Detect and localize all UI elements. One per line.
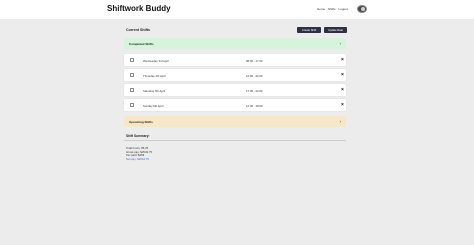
upcoming-shifts-panel[interactable]: Upcoming Shifts › [124,116,346,127]
app-brand[interactable]: Shiftwork Buddy [107,4,171,13]
delete-shift-icon[interactable]: × [341,102,344,108]
shift-time: 12:00 - 18:00 [246,103,263,108]
nav-shifts-link[interactable]: Shifts [328,7,336,11]
nav-links: Home Shifts Logout [317,7,348,11]
shift-time: 08:00 - 17:00 [246,58,263,63]
chevron-right-icon: › [339,41,342,46]
chevron-right-icon: › [339,119,342,124]
shift-day: Thursday 4th April [143,73,166,78]
shift-summary: Total hours: 86.25 Gross pay: $2543.75 T… [126,146,152,162]
shift-row: Wednesday 3rd April 08:00 - 17:00 × [124,54,346,66]
main-content: Current Shifts Create Shift Update Rate … [122,24,350,245]
shift-time: 17:00 - 22:00 [246,88,263,93]
shift-checkbox[interactable] [130,103,134,107]
page-title: Current Shifts [126,28,150,32]
delete-shift-icon[interactable]: × [341,57,344,63]
delete-shift-icon[interactable]: × [341,87,344,93]
user-avatar[interactable] [357,5,367,13]
completed-shifts-panel[interactable]: Completed Shifts › [124,38,346,49]
shift-day: Sunday 9th April [143,103,164,108]
create-shift-button[interactable]: Create Shift [297,27,321,33]
shift-checkbox[interactable] [130,58,134,62]
shift-row: Saturday 6th April 17:00 - 22:00 × [124,84,346,96]
delete-shift-icon[interactable]: × [341,72,344,78]
divider [124,140,346,141]
shift-checkbox[interactable] [130,73,134,77]
update-rate-button[interactable]: Update Rate [324,27,347,33]
shift-day: Saturday 6th April [143,88,166,93]
completed-shifts-label: Completed Shifts [129,41,154,46]
summary-title: Shift Summary: [126,134,150,138]
nav-home-link[interactable]: Home [317,7,325,11]
top-navbar: Shiftwork Buddy Home Shifts Logout [0,0,474,19]
nav-logout-link[interactable]: Logout [339,7,348,11]
upcoming-shifts-label: Upcoming Shifts [129,119,153,124]
shift-day: Wednesday 3rd April [143,58,169,63]
shift-checkbox[interactable] [130,88,134,92]
shift-row: Sunday 9th April 12:00 - 18:00 × [124,99,346,111]
net-pay: Net pay: $2044.75 [126,157,149,162]
shift-row: Thursday 4th April 12:00 - 22:00 × [124,69,346,81]
shift-time: 12:00 - 22:00 [246,73,263,78]
